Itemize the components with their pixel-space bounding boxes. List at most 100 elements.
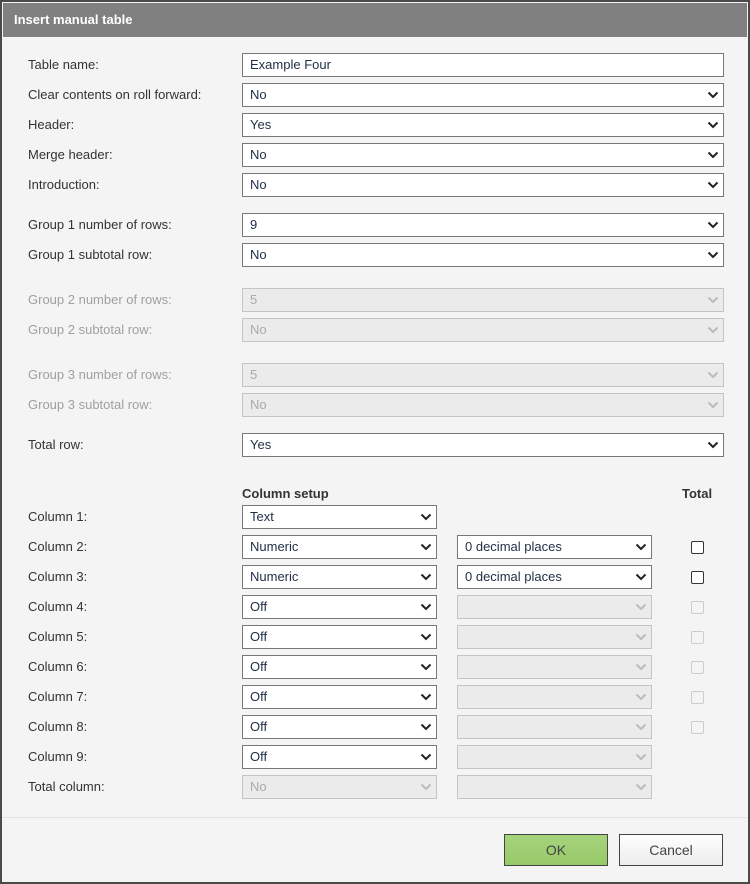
field-label: Total row: [28, 437, 84, 452]
column-label: Column 9: [28, 749, 88, 764]
chevron-down-icon [420, 566, 432, 588]
column-8-format-select [457, 715, 652, 739]
field-label: Header: [28, 117, 75, 132]
column-label: Column 7: [28, 689, 88, 704]
field-label: Group 3 subtotal row: [28, 397, 153, 412]
chevron-down-icon [707, 244, 719, 266]
field-label: Group 1 number of rows: [28, 217, 172, 232]
table-name-input[interactable]: Example Four [242, 53, 724, 77]
column-4-format-select [457, 595, 652, 619]
column-2-type-select[interactable]: Numeric [242, 535, 437, 559]
group-3-subtotal-row-select: No [242, 393, 724, 417]
column-2-format-select[interactable]: 0 decimal places [457, 535, 652, 559]
chevron-down-icon [707, 319, 719, 341]
group-1-number-of-rows-select[interactable]: 9 [242, 213, 724, 237]
column-8-total-checkbox [691, 721, 704, 734]
field-label: Group 2 subtotal row: [28, 322, 153, 337]
column-9-format-select [457, 745, 652, 769]
column-7-type-select[interactable]: Off [242, 685, 437, 709]
column-5-type-select[interactable]: Off [242, 625, 437, 649]
control-value: 9 [250, 217, 258, 232]
header-select[interactable]: Yes [242, 113, 724, 137]
column-label: Total column: [28, 779, 105, 794]
chevron-down-icon [420, 626, 432, 648]
chevron-down-icon [707, 144, 719, 166]
column-2-total-checkbox[interactable] [691, 541, 704, 554]
control-value: 5 [250, 367, 258, 382]
chevron-down-icon [635, 626, 647, 648]
chevron-down-icon [420, 656, 432, 678]
chevron-down-icon [420, 746, 432, 768]
total-column-type-select: No [242, 775, 437, 799]
control-value: Yes [250, 117, 272, 132]
column-label: Column 2: [28, 539, 88, 554]
chevron-down-icon [635, 776, 647, 798]
field-label: Clear contents on roll forward: [28, 87, 202, 102]
control-value: Off [250, 719, 268, 734]
column-3-format-select[interactable]: 0 decimal places [457, 565, 652, 589]
column-6-type-select[interactable]: Off [242, 655, 437, 679]
column-label: Column 1: [28, 509, 88, 524]
column-3-total-checkbox[interactable] [691, 571, 704, 584]
control-value: Off [250, 629, 268, 644]
chevron-down-icon [635, 566, 647, 588]
cancel-button[interactable]: Cancel [619, 834, 723, 866]
chevron-down-icon [707, 174, 719, 196]
column-label: Column 3: [28, 569, 88, 584]
chevron-down-icon [635, 596, 647, 618]
control-value: Numeric [250, 539, 299, 554]
chevron-down-icon [420, 716, 432, 738]
group-3-number-of-rows-select: 5 [242, 363, 724, 387]
column-4-type-select[interactable]: Off [242, 595, 437, 619]
chevron-down-icon [420, 536, 432, 558]
column-4-total-checkbox [691, 601, 704, 614]
chevron-down-icon [635, 536, 647, 558]
total-row-select[interactable]: Yes [242, 433, 724, 457]
chevron-down-icon [420, 506, 432, 528]
column-setup-header: Column setup [242, 486, 329, 501]
introduction-select[interactable]: No [242, 173, 724, 197]
control-value: Example Four [250, 57, 331, 72]
control-value: No [250, 322, 267, 337]
column-9-type-select[interactable]: Off [242, 745, 437, 769]
control-value: Off [250, 749, 268, 764]
control-value: Off [250, 599, 268, 614]
control-value: Text [250, 509, 274, 524]
field-label: Table name: [28, 57, 99, 72]
control-value: Off [250, 659, 268, 674]
column-label: Column 5: [28, 629, 88, 644]
group-2-number-of-rows-select: 5 [242, 288, 724, 312]
control-value: Off [250, 689, 268, 704]
column-8-type-select[interactable]: Off [242, 715, 437, 739]
field-label: Merge header: [28, 147, 113, 162]
chevron-down-icon [635, 686, 647, 708]
column-6-format-select [457, 655, 652, 679]
column-3-type-select[interactable]: Numeric [242, 565, 437, 589]
merge-header-select[interactable]: No [242, 143, 724, 167]
control-value: No [250, 247, 267, 262]
chevron-down-icon [707, 394, 719, 416]
column-label: Column 8: [28, 719, 88, 734]
control-value: 0 decimal places [465, 569, 562, 584]
ok-button[interactable]: OK [504, 834, 608, 866]
total-column-format-select [457, 775, 652, 799]
clear-contents-on-roll-forward-select[interactable]: No [242, 83, 724, 107]
control-value: Numeric [250, 569, 299, 584]
control-value: No [250, 397, 267, 412]
control-value: 5 [250, 292, 258, 307]
chevron-down-icon [707, 214, 719, 236]
field-label: Group 2 number of rows: [28, 292, 172, 307]
column-1-type-select[interactable]: Text [242, 505, 437, 529]
field-label: Introduction: [28, 177, 100, 192]
column-6-total-checkbox [691, 661, 704, 674]
chevron-down-icon [707, 289, 719, 311]
field-label: Group 1 subtotal row: [28, 247, 153, 262]
control-value: No [250, 147, 267, 162]
total-header: Total [682, 486, 713, 501]
group-1-subtotal-row-select[interactable]: No [242, 243, 724, 267]
column-7-total-checkbox [691, 691, 704, 704]
control-value: Yes [250, 437, 272, 452]
chevron-down-icon [420, 596, 432, 618]
column-label: Column 6: [28, 659, 88, 674]
control-value: 0 decimal places [465, 539, 562, 554]
